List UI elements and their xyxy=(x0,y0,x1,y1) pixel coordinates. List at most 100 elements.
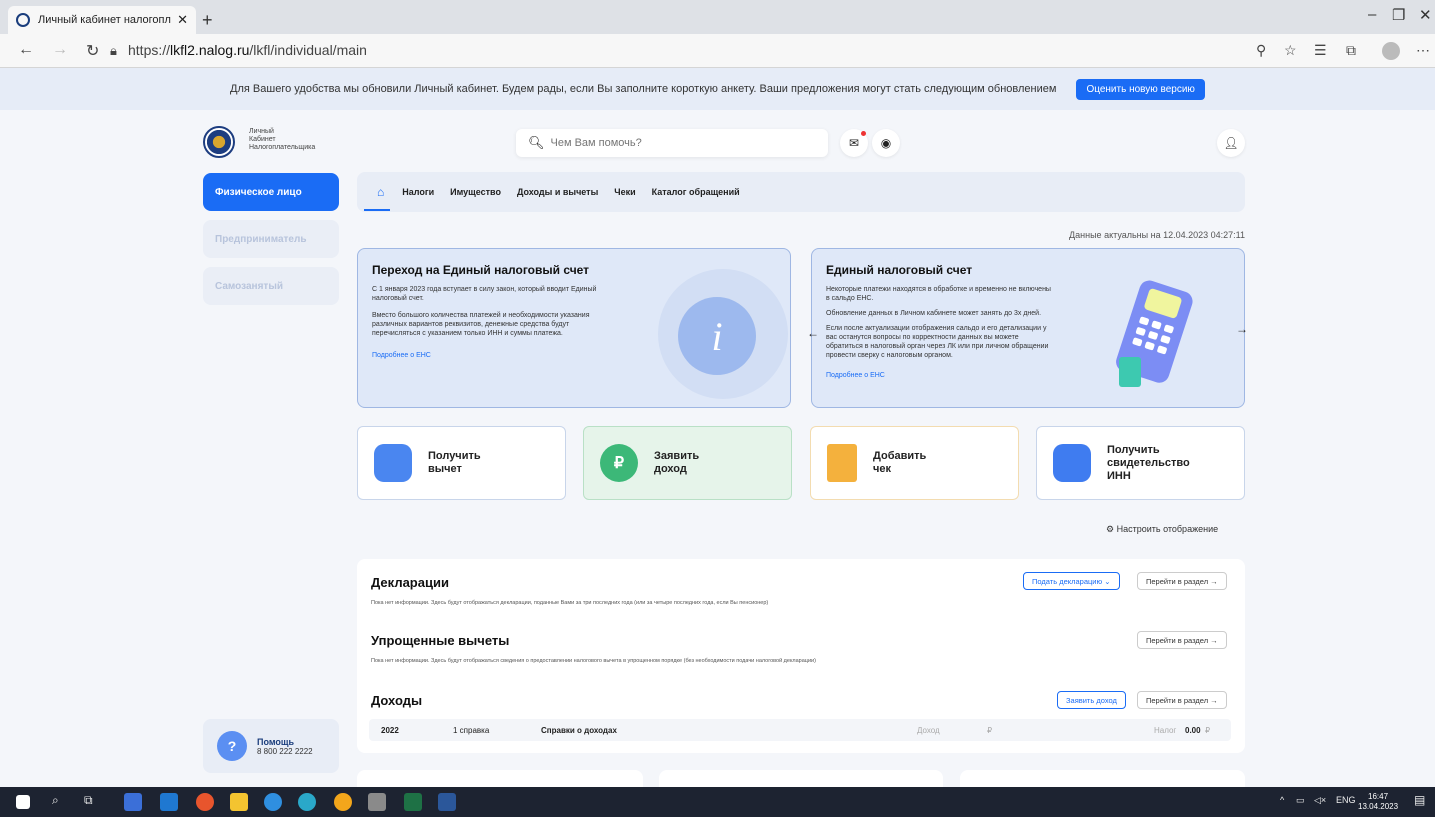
collections-icon[interactable]: ⧉ xyxy=(1346,42,1356,59)
add-receipt-card[interactable]: Добавить чек xyxy=(810,426,1019,500)
taskbar-clock[interactable]: 16:47 13.04.2023 xyxy=(1358,792,1398,812)
internet-explorer-icon[interactable] xyxy=(264,793,282,811)
action-label: Добавить чек xyxy=(873,450,927,475)
outlook-icon[interactable] xyxy=(160,793,178,811)
income-label: Доход xyxy=(917,726,940,735)
payment-terminal-icon xyxy=(1116,280,1193,387)
get-inn-certificate-card[interactable]: Получить свидетельство ИНН xyxy=(1036,426,1245,500)
menu-receipts[interactable]: Чеки xyxy=(614,187,635,197)
app-icon[interactable] xyxy=(334,793,352,811)
declarations-note: Пока нет информации. Здесь будут отображ… xyxy=(371,600,769,606)
wallet-icon xyxy=(374,444,412,482)
lang-indicator[interactable]: ENG xyxy=(1336,795,1356,805)
menu-taxes[interactable]: Налоги xyxy=(402,187,434,197)
carousel-next-icon[interactable]: → xyxy=(1236,322,1248,336)
tax-label: Налог xyxy=(1154,726,1177,735)
file-explorer-icon[interactable] xyxy=(230,793,248,811)
action-label: Получить свидетельство ИНН xyxy=(1107,443,1190,482)
income-row[interactable]: 2022 1 справка Справки о доходах Доход ₽… xyxy=(369,719,1231,741)
action-label: Получить вычет xyxy=(428,450,481,475)
income-count: 1 справка xyxy=(453,726,490,735)
minimize-icon[interactable]: – xyxy=(1368,6,1376,23)
new-tab-icon[interactable]: + xyxy=(202,10,213,31)
card-text: С 1 января 2023 года вступает в силу зак… xyxy=(372,286,597,302)
get-deduction-card[interactable]: Получить вычет xyxy=(357,426,566,500)
sidebar-item-individual[interactable]: Физическое лицо xyxy=(203,173,339,211)
word-icon[interactable] xyxy=(438,793,456,811)
more-icon[interactable]: ⋯ xyxy=(1416,42,1430,59)
refresh-icon[interactable]: ↻ xyxy=(86,41,99,61)
income-go-button[interactable]: Перейти в раздел → xyxy=(1137,691,1227,709)
ens-more-link[interactable]: Подробнее о ЕНС xyxy=(826,372,885,379)
excel-icon[interactable] xyxy=(404,793,422,811)
sound-icon[interactable]: ◁× xyxy=(1314,795,1326,806)
menu-requests-catalog[interactable]: Каталог обращений xyxy=(652,187,740,197)
address-bar: ← → ↻ 🔒︎ https://lkfl2.nalog.ru/lkfl/ind… xyxy=(0,34,1435,68)
help-phone: 8 800 222 2222 xyxy=(257,746,313,756)
ruble-icon: ₽ xyxy=(600,444,638,482)
logo-text: Личный Кабинет Налогоплательщика xyxy=(249,128,316,151)
menu-income-deductions[interactable]: Доходы и вычеты xyxy=(517,187,598,197)
profile-avatar[interactable] xyxy=(1382,42,1400,60)
fns-logo[interactable] xyxy=(203,126,235,158)
favorite-star-icon[interactable]: ☆ xyxy=(1284,42,1297,59)
declare-income-card[interactable]: ₽ Заявить доход xyxy=(583,426,792,500)
task-view-icon[interactable]: ⧉ xyxy=(84,793,93,808)
favorites-list-icon[interactable]: ☰ xyxy=(1314,42,1327,59)
ens-more-link[interactable]: Подробнее о ЕНС xyxy=(372,352,776,359)
declarations-go-button[interactable]: Перейти в раздел → xyxy=(1137,572,1227,590)
sections-panel: Декларации Пока нет информации. Здесь бу… xyxy=(357,559,1245,753)
forward-icon[interactable]: → xyxy=(52,41,68,59)
action-label: Заявить доход xyxy=(654,450,700,475)
search-input[interactable] xyxy=(550,137,811,149)
search-box[interactable]: 🔍︎ xyxy=(516,129,828,157)
url-field[interactable]: https://lkfl2.nalog.ru/lkfl/individual/m… xyxy=(128,42,367,58)
network-icon[interactable]: ▭ xyxy=(1296,795,1305,806)
browser-tab[interactable]: Личный кабинет налогоплательщика ✕ xyxy=(8,6,196,34)
menu-property[interactable]: Имущество xyxy=(450,187,501,197)
sidebar-item-entrepreneur[interactable]: Предприниматель xyxy=(203,220,339,258)
configure-display-link[interactable]: ⚙ Настроить отображение xyxy=(1106,524,1218,535)
notification-dot xyxy=(861,131,866,136)
receipt-icon xyxy=(827,444,857,482)
home-icon[interactable]: ⌂ xyxy=(377,185,384,199)
profile-button[interactable]: 👤︎ xyxy=(1217,129,1245,157)
windows-taskbar: ⌕ ⧉ ^ ▭ ◁× ENG ▤ xyxy=(0,787,1435,817)
key-icon[interactable]: ⚲ xyxy=(1256,42,1266,59)
messages-button[interactable]: ✉ xyxy=(840,129,868,157)
maximize-icon[interactable]: ❐ xyxy=(1392,6,1405,24)
app-icon[interactable] xyxy=(124,793,142,811)
close-tab-icon[interactable]: ✕ xyxy=(177,12,188,28)
search-taskbar-icon[interactable]: ⌕ xyxy=(52,793,59,808)
card-text: Обновление данных в Личном кабинете може… xyxy=(826,310,1042,317)
card-title: Переход на Единый налоговый счет xyxy=(372,263,590,277)
ens-transition-card: i Переход на Единый налоговый счет С 1 я… xyxy=(357,248,791,408)
carousel-prev-icon[interactable]: ← xyxy=(807,326,819,340)
card-text: Если после актуализации отображения саль… xyxy=(826,325,1049,359)
tab-title: Личный кабинет налогоплательщика xyxy=(38,14,171,26)
chrome-icon[interactable] xyxy=(196,793,214,811)
hide-data-button[interactable]: ◉ xyxy=(872,129,900,157)
sidebar-item-self-employed[interactable]: Самозанятый xyxy=(203,267,339,305)
tray-up-icon[interactable]: ^ xyxy=(1280,795,1284,805)
help-title: Помощь xyxy=(257,736,295,747)
help-card[interactable]: ? Помощь 8 800 222 2222 xyxy=(203,719,339,773)
edge-icon[interactable] xyxy=(298,793,316,811)
close-window-icon[interactable]: ✕ xyxy=(1419,6,1432,24)
declare-income-button[interactable]: Заявить доход xyxy=(1057,691,1126,709)
lock-icon: 🔒︎ xyxy=(110,43,117,58)
simplified-go-button[interactable]: Перейти в раздел → xyxy=(1137,631,1227,649)
app-icon[interactable] xyxy=(368,793,386,811)
active-tab-underline xyxy=(364,209,390,211)
ens-account-card: Единый налоговый счет Некоторые платежи … xyxy=(811,248,1245,408)
submit-declaration-button[interactable]: Подать декларацию ⌄ xyxy=(1023,572,1120,590)
eye-off-icon: ◉ xyxy=(880,136,892,150)
info-icon: i xyxy=(678,297,756,375)
windows-start-icon[interactable] xyxy=(16,795,30,809)
rate-version-button[interactable]: Оценить новую версию xyxy=(1076,78,1205,100)
tax-currency: ₽ xyxy=(1205,726,1211,735)
notification-icon[interactable]: ▤ xyxy=(1414,793,1425,807)
declarations-title: Декларации xyxy=(371,575,449,590)
favicon-icon xyxy=(16,13,30,27)
back-icon[interactable]: ← xyxy=(18,41,34,59)
